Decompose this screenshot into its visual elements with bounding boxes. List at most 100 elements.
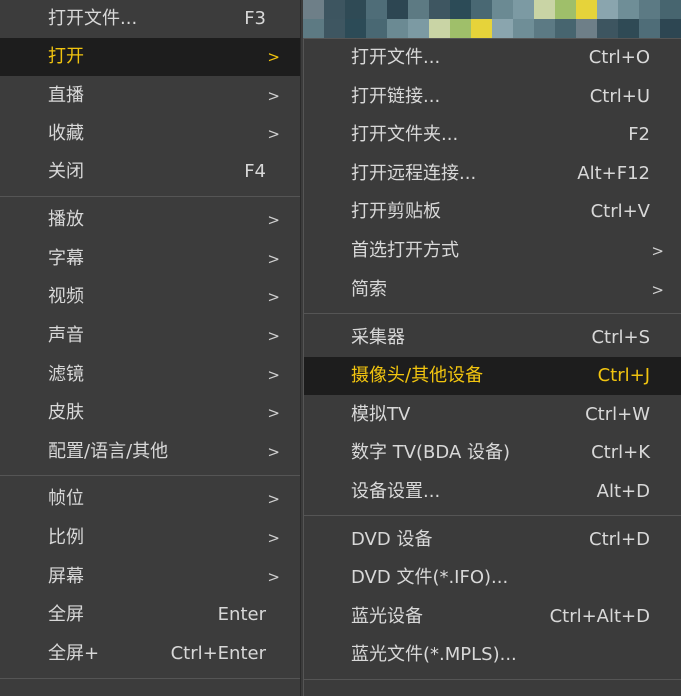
background-pixel — [492, 0, 513, 19]
background-pixel — [618, 0, 639, 19]
menu-separator — [0, 196, 300, 197]
menu-item-label: 简索 — [351, 279, 387, 300]
menu-item-label: 比例 — [48, 527, 84, 548]
background-pixel — [597, 19, 618, 38]
menu-item-label: 打开远程连接... — [351, 163, 477, 184]
submenu-arrow-icon: > — [651, 242, 664, 260]
menu-separator — [304, 515, 681, 516]
menu-item-label: 视频 — [48, 286, 84, 307]
menu-item-shortcut: Alt+F12 — [577, 163, 650, 184]
submenu-arrow-icon: > — [267, 327, 280, 345]
menu-item-label: 播放 — [48, 209, 84, 230]
submenu-arrow-icon: > — [267, 87, 280, 105]
menu-item-open[interactable]: 打开 > — [0, 38, 300, 76]
background-pixel — [408, 0, 429, 19]
submenu-item-open-remote[interactable]: 打开远程连接... Alt+F12 — [304, 155, 681, 193]
menu-item-label: 数字 TV(BDA 设备) — [351, 442, 511, 463]
menu-item-label: DVD 设备 — [351, 529, 433, 550]
open-submenu: 打开文件... Ctrl+O 打开链接... Ctrl+U 打开文件夹... F… — [303, 38, 681, 696]
menu-item-shortcut: Ctrl+D — [589, 529, 650, 550]
background-pixel — [387, 0, 408, 19]
menu-item-audio[interactable]: 声音 > — [0, 317, 300, 355]
menu-separator — [304, 679, 681, 680]
menu-item-close[interactable]: 关闭 F4 — [0, 153, 300, 191]
submenu-item-digital-tv[interactable]: 数字 TV(BDA 设备) Ctrl+K — [304, 434, 681, 472]
menu-item-shortcut: Ctrl+Alt+D — [549, 606, 650, 627]
menu-item-shortcut: F2 — [628, 124, 650, 145]
submenu-item-device-settings[interactable]: 设备设置... Alt+D — [304, 473, 681, 511]
menu-item-shortcut: F4 — [244, 161, 266, 182]
background-pixel — [345, 19, 366, 38]
background-pixel — [639, 19, 660, 38]
background-pixel — [303, 19, 324, 38]
menu-item-label: 模拟TV — [351, 404, 411, 425]
submenu-item-open-file[interactable]: 打开文件... Ctrl+O — [304, 39, 681, 77]
background-pixel — [324, 19, 345, 38]
submenu-item-capture[interactable]: 采集器 Ctrl+S — [304, 319, 681, 357]
main-context-menu: 打开文件... F3 打开 > 直播 > 收藏 > 关闭 F4 播放 > 字幕 … — [0, 0, 301, 696]
menu-item-open-file[interactable]: 打开文件... F3 — [0, 0, 300, 38]
menu-item-label: 直播 — [48, 85, 84, 106]
menu-item-config-language-other[interactable]: 配置/语言/其他 > — [0, 433, 300, 471]
background-pixel — [408, 19, 429, 38]
submenu-item-preferred-open-method[interactable]: 首选打开方式 > — [304, 232, 681, 270]
submenu-arrow-icon: > — [267, 443, 280, 461]
menu-item-skins[interactable]: 皮肤 > — [0, 394, 300, 432]
background-pixel — [660, 0, 681, 19]
submenu-arrow-icon: > — [267, 568, 280, 586]
menu-item-label: 屏幕 — [48, 566, 84, 587]
submenu-item-analog-tv[interactable]: 模拟TV Ctrl+W — [304, 396, 681, 434]
background-pixel — [450, 19, 471, 38]
submenu-item-open-link[interactable]: 打开链接... Ctrl+U — [304, 78, 681, 116]
menu-item-video[interactable]: 视频 > — [0, 278, 300, 316]
video-background-thumbnail — [303, 0, 681, 38]
menu-item-label: DVD 文件(*.IFO)... — [351, 567, 509, 588]
background-pixel — [513, 19, 534, 38]
submenu-item-bluray-device[interactable]: 蓝光设备 Ctrl+Alt+D — [304, 598, 681, 636]
menu-item-fullscreen[interactable]: 全屏 Enter — [0, 596, 300, 634]
menu-item-label: 摄像头/其他设备 — [351, 365, 484, 386]
submenu-item-bluray-file[interactable]: 蓝光文件(*.MPLS)... — [304, 636, 681, 674]
background-pixel — [345, 0, 366, 19]
menu-item-playback[interactable]: 播放 > — [0, 201, 300, 239]
submenu-item-open-folder[interactable]: 打开文件夹... F2 — [304, 116, 681, 154]
menu-item-label: 收藏 — [48, 123, 84, 144]
menu-item-label: 关闭 — [48, 161, 84, 182]
menu-item-shortcut: Ctrl+O — [588, 47, 650, 68]
menu-item-frame[interactable]: 帧位 > — [0, 480, 300, 518]
submenu-item-open-clipboard[interactable]: 打开剪贴板 Ctrl+V — [304, 193, 681, 231]
submenu-arrow-icon: > — [267, 250, 280, 268]
menu-item-favorites[interactable]: 收藏 > — [0, 115, 300, 153]
submenu-arrow-icon: > — [267, 211, 280, 229]
background-pixel — [513, 0, 534, 19]
submenu-arrow-icon: > — [267, 404, 280, 422]
background-pixel — [555, 0, 576, 19]
menu-item-label: 设备设置... — [351, 481, 441, 502]
submenu-item-dvd-device[interactable]: DVD 设备 Ctrl+D — [304, 521, 681, 559]
submenu-arrow-icon: > — [267, 48, 280, 66]
menu-item-label: 蓝光文件(*.MPLS)... — [351, 644, 517, 665]
submenu-item-dvd-file[interactable]: DVD 文件(*.IFO)... — [304, 559, 681, 597]
submenu-arrow-icon: > — [267, 366, 280, 384]
menu-item-shortcut: Ctrl+K — [591, 442, 650, 463]
submenu-arrow-icon: > — [267, 529, 280, 547]
menu-item-shortcut: Ctrl+J — [597, 365, 650, 386]
menu-item-filters[interactable]: 滤镜 > — [0, 356, 300, 394]
menu-item-subtitles[interactable]: 字幕 > — [0, 240, 300, 278]
menu-separator — [0, 678, 300, 679]
menu-item-screen[interactable]: 屏幕 > — [0, 558, 300, 596]
menu-item-live[interactable]: 直播 > — [0, 77, 300, 115]
menu-item-shortcut: Enter — [217, 604, 266, 625]
background-pixel — [660, 19, 681, 38]
submenu-item-camera-other-devices[interactable]: 摄像头/其他设备 Ctrl+J — [304, 357, 681, 395]
menu-item-aspect-ratio[interactable]: 比例 > — [0, 519, 300, 557]
menu-item-label: 皮肤 — [48, 402, 84, 423]
submenu-item-search[interactable]: 简索 > — [304, 271, 681, 309]
submenu-arrow-icon: > — [267, 490, 280, 508]
background-pixel — [324, 0, 345, 19]
background-pixel — [618, 19, 639, 38]
background-pixel — [534, 0, 555, 19]
menu-item-label: 打开文件... — [48, 8, 138, 29]
background-pixel — [492, 19, 513, 38]
menu-item-fullscreen-plus[interactable]: 全屏+ Ctrl+Enter — [0, 635, 300, 673]
